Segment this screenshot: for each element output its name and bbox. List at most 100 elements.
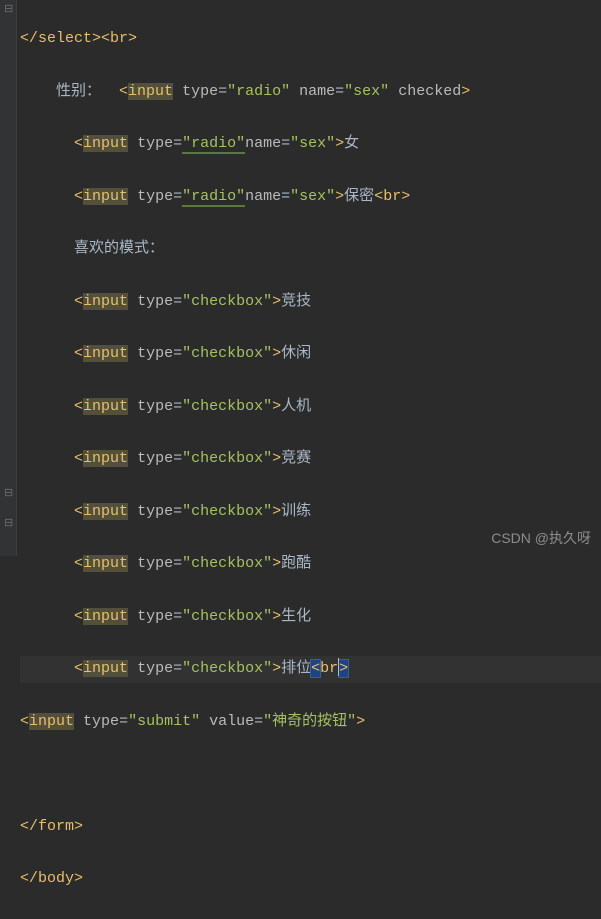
attr-value: "checkbox"	[182, 503, 272, 520]
code-line[interactable]: 性别： <input type="radio" name="sex" check…	[20, 79, 601, 105]
attr-value: "sex"	[290, 188, 335, 205]
attr-name: type	[137, 345, 173, 362]
attr-value: "checkbox"	[182, 293, 272, 310]
attr-name: type	[137, 503, 173, 520]
tag-input: input	[83, 135, 128, 152]
tag-form-close: </form>	[20, 818, 83, 835]
br-close: >	[339, 660, 348, 677]
tag-input: input	[128, 83, 173, 100]
tag-open: <	[74, 450, 83, 467]
text: 竞赛	[281, 450, 311, 467]
code-line[interactable]: </form>	[20, 814, 601, 840]
code-line[interactable]: <input type="checkbox">生化	[20, 604, 601, 630]
tag-input: input	[83, 608, 128, 625]
br-open: <	[311, 660, 320, 677]
tag-close: >	[272, 398, 281, 415]
text: 女	[344, 135, 359, 152]
watermark: CSDN @执久呀	[491, 526, 591, 551]
tag-input: input	[83, 450, 128, 467]
code-line[interactable]: </body>	[20, 866, 601, 892]
tag-open: <	[119, 83, 128, 100]
attr-name: name	[299, 83, 335, 100]
attr-name: value	[209, 713, 254, 730]
br-tag: <br>	[374, 188, 410, 205]
text: 保密	[344, 188, 374, 205]
tag-close: >	[272, 293, 281, 310]
code-line[interactable]: </select><br>	[20, 26, 601, 52]
attr-value: "sex"	[344, 83, 389, 100]
text: 训练	[281, 503, 311, 520]
code-line[interactable]: <input type="checkbox">跑酷	[20, 551, 601, 577]
tag-open: <	[74, 503, 83, 520]
attr-value: "checkbox"	[182, 345, 272, 362]
tag-input: input	[83, 660, 128, 677]
attr-name: type	[137, 188, 173, 205]
code-editor[interactable]: </select><br> 性别： <input type="radio" na…	[0, 0, 601, 919]
text: 人机	[281, 398, 311, 415]
code-line-active[interactable]: <input type="checkbox">排位<br>	[20, 656, 601, 682]
tag-open: <	[20, 713, 29, 730]
attr-value: "radio"	[182, 135, 245, 154]
attr-name: type	[137, 293, 173, 310]
br-tag: <br>	[101, 30, 137, 47]
fold-icon[interactable]: ⊟	[4, 520, 13, 529]
code-line[interactable]: <input type="checkbox">竞技	[20, 289, 601, 315]
attr-value: "radio"	[227, 83, 290, 100]
fold-icon[interactable]: ⊟	[4, 6, 13, 15]
tag-body-close: </body>	[20, 870, 83, 887]
text: 竞技	[281, 293, 311, 310]
attr-name: checked	[398, 83, 461, 100]
code-line[interactable]: <input type="radio"name="sex">保密<br>	[20, 184, 601, 210]
code-line[interactable]: <input type="checkbox">人机	[20, 394, 601, 420]
tag-open: <	[74, 660, 83, 677]
caret-icon	[338, 658, 339, 676]
tag-close: >	[272, 345, 281, 362]
attr-value: "submit"	[128, 713, 200, 730]
attr-value: "sex"	[290, 135, 335, 152]
tag-close: >	[335, 135, 344, 152]
br-tag: br	[320, 660, 338, 677]
tag-close: >	[335, 188, 344, 205]
code-line-empty[interactable]	[20, 761, 601, 787]
attr-value: "checkbox"	[182, 660, 272, 677]
tag-open: <	[74, 608, 83, 625]
tag-open: <	[74, 555, 83, 572]
text: 休闲	[281, 345, 311, 362]
text: 性别：	[56, 83, 119, 100]
tag-input: input	[83, 188, 128, 205]
attr-value: "checkbox"	[182, 398, 272, 415]
tag-close: >	[272, 555, 281, 572]
code-line[interactable]: <input type="radio"name="sex">女	[20, 131, 601, 157]
code-line[interactable]: <input type="submit" value="神奇的按钮">	[20, 709, 601, 735]
attr-value: "checkbox"	[182, 450, 272, 467]
attr-name: type	[137, 398, 173, 415]
tag-close: >	[272, 450, 281, 467]
tag-input: input	[29, 713, 74, 730]
text: 排位	[281, 660, 311, 677]
attr-value: "checkbox"	[182, 555, 272, 572]
code-line[interactable]: <input type="checkbox">训练	[20, 499, 601, 525]
tag-input: input	[83, 293, 128, 310]
attr-name: type	[182, 83, 218, 100]
attr-value: "神奇的按钮"	[263, 713, 356, 730]
editor-gutter: ⊟ ⊟ ⊟	[0, 0, 17, 556]
fold-icon[interactable]: ⊟	[4, 490, 13, 499]
attr-name: type	[137, 450, 173, 467]
attr-name: type	[137, 135, 173, 152]
tag-open: <	[74, 135, 83, 152]
code-line[interactable]: <input type="checkbox">休闲	[20, 341, 601, 367]
tag: </select>	[20, 30, 101, 47]
tag-close: >	[461, 83, 470, 100]
attr-name: name	[245, 188, 281, 205]
attr-name: name	[245, 135, 281, 152]
attr-value: "radio"	[182, 188, 245, 207]
tag-input: input	[83, 503, 128, 520]
tag-input: input	[83, 398, 128, 415]
code-line[interactable]: <input type="checkbox">竞赛	[20, 446, 601, 472]
tag-close: >	[356, 713, 365, 730]
code-line[interactable]: 喜欢的模式：	[20, 236, 601, 262]
attr-value: "checkbox"	[182, 608, 272, 625]
tag-open: <	[74, 293, 83, 310]
attr-name: type	[137, 608, 173, 625]
text: 跑酷	[281, 555, 311, 572]
